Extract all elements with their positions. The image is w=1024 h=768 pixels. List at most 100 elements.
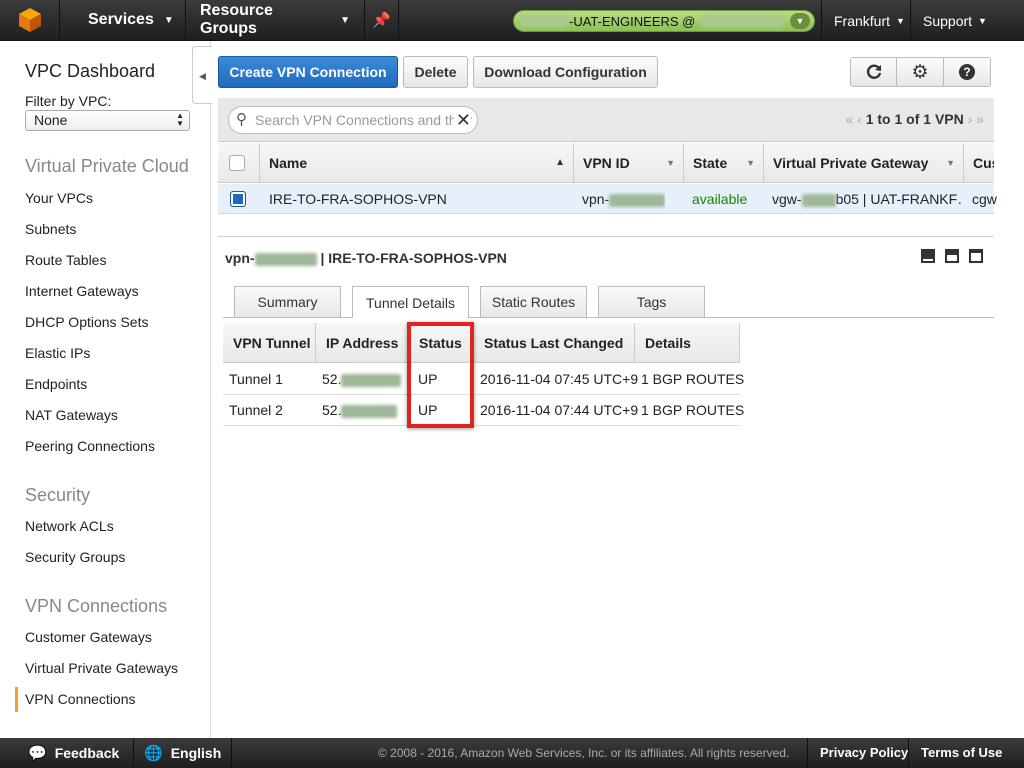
sidebar-item-peering-connections[interactable]: Peering Connections: [25, 438, 155, 454]
download-configuration-button[interactable]: Download Configuration: [473, 56, 658, 88]
vgw-suffix: b05 | UAT-FRANKF…: [835, 191, 962, 207]
pin-button[interactable]: 📌: [365, 0, 399, 41]
vgw-prefix: vgw-: [772, 191, 802, 207]
column-name[interactable]: Name ▲: [259, 143, 573, 183]
column-customer-gateway[interactable]: Cus: [963, 143, 994, 183]
sidebar-item-virtual-private-gateways[interactable]: Virtual Private Gateways: [25, 660, 178, 676]
sidebar-item-security-groups[interactable]: Security Groups: [25, 549, 125, 565]
chevron-down-icon: ▼: [978, 15, 987, 26]
column-ip-address: IP Address: [316, 323, 409, 363]
ip-prefix: 52.: [322, 371, 342, 387]
tab-tunnel-details[interactable]: Tunnel Details: [352, 286, 469, 318]
tunnel-status-changed: 2016-11-04 07:44 UTC+9: [480, 402, 639, 418]
column-state[interactable]: State ▼: [683, 143, 763, 183]
aws-logo[interactable]: [0, 0, 60, 41]
terms-of-use-link[interactable]: Terms of Use: [908, 738, 1014, 768]
help-button[interactable]: ?: [944, 57, 991, 87]
column-details: Details: [635, 323, 740, 363]
next-page-icon[interactable]: ›: [968, 111, 973, 127]
row-state: available: [692, 191, 748, 207]
region-label: Frankfurt: [834, 12, 891, 29]
vpc-filter-select[interactable]: None ▲ ▼: [25, 110, 190, 131]
tab-tags[interactable]: Tags: [598, 286, 705, 317]
search-input[interactable]: ⚲ Search VPN Connections and their pr ✕: [228, 106, 478, 134]
delete-button[interactable]: Delete: [403, 56, 468, 88]
column-vpn-id[interactable]: VPN ID ▼: [573, 143, 683, 183]
pane-split-icon[interactable]: [945, 249, 959, 263]
refresh-button[interactable]: [850, 57, 897, 87]
settings-button[interactable]: ⚙: [897, 57, 944, 87]
sidebar-item-route-tables[interactable]: Route Tables: [25, 252, 106, 268]
help-icon: ?: [959, 64, 975, 80]
tunnel-details: 1 BGP ROUTES: [641, 402, 745, 418]
sidebar-item-endpoints[interactable]: Endpoints: [25, 376, 87, 392]
tunnel-ip: 52.: [322, 395, 398, 426]
row-vgw: vgw-b05 | UAT-FRANKF…: [772, 184, 962, 214]
row-checkbox[interactable]: [230, 191, 246, 207]
sidebar-item-elastic-ips[interactable]: Elastic IPs: [25, 345, 90, 361]
sort-asc-icon: ▲: [555, 157, 565, 168]
column-status-last-changed: Status Last Changed: [474, 323, 635, 363]
chevron-down-icon: ▼: [340, 14, 350, 26]
resource-groups-menu[interactable]: Resource Groups ▼: [186, 0, 365, 41]
redacted-text: [701, 14, 784, 28]
tab-static-routes[interactable]: Static Routes: [480, 286, 587, 317]
detail-title-prefix: vpn-: [225, 250, 255, 266]
redacted-text: [801, 193, 836, 207]
sidebar-item-your-vpcs[interactable]: Your VPCs: [25, 190, 93, 206]
privacy-policy-link[interactable]: Privacy Policy: [807, 738, 920, 768]
table-row: Tunnel 1 52. UP 2016-11-04 07:45 UTC+9 1…: [223, 364, 744, 395]
sidebar-item-dhcp-options-sets[interactable]: DHCP Options Sets: [25, 314, 148, 330]
services-label: Services: [88, 11, 154, 28]
globe-icon: 🌐: [144, 745, 163, 762]
pane-top-icon[interactable]: [969, 249, 983, 263]
sidebar-item-internet-gateways[interactable]: Internet Gateways: [25, 283, 139, 299]
services-menu[interactable]: Services ▼: [60, 0, 186, 41]
column-vpn-tunnel: VPN Tunnel: [223, 323, 316, 363]
first-page-icon[interactable]: «: [845, 111, 853, 127]
sidebar-item-network-acls[interactable]: Network ACLs: [25, 518, 114, 534]
select-all-checkbox[interactable]: [229, 155, 245, 171]
row-vpn-id: vpn-: [582, 184, 666, 214]
select-arrows-icon: ▲ ▼: [176, 111, 184, 128]
clear-icon[interactable]: ✕: [453, 107, 471, 133]
tunnel-status-changed: 2016-11-04 07:45 UTC+9: [480, 371, 639, 387]
support-menu[interactable]: Support ▼: [910, 0, 1024, 41]
region-menu[interactable]: Frankfurt ▼: [821, 0, 910, 41]
language-label: English: [170, 745, 222, 761]
vpc-dashboard-link[interactable]: VPC Dashboard: [25, 61, 155, 82]
language-button[interactable]: 🌐 English: [134, 738, 233, 768]
aws-cube-icon: [18, 8, 41, 32]
account-menu[interactable]: -UAT-ENGINEERS @ ▼: [513, 10, 815, 32]
speech-bubble-icon: 💬: [28, 745, 47, 762]
sidebar-item-vpn-connections[interactable]: VPN Connections: [25, 691, 136, 707]
column-virtual-private-gateway[interactable]: Virtual Private Gateway ▼: [763, 143, 963, 183]
column-cgw-label: Cus: [973, 155, 994, 171]
active-indicator: [15, 687, 18, 712]
tab-summary[interactable]: Summary: [234, 286, 341, 317]
sidebar-item-subnets[interactable]: Subnets: [25, 221, 76, 237]
resource-groups-label: Resource Groups: [200, 2, 273, 37]
redacted-text: [254, 252, 317, 266]
column-state-label: State: [693, 155, 728, 171]
prev-page-icon[interactable]: ‹: [857, 111, 862, 127]
sort-icon: ▼: [666, 158, 675, 168]
status-highlight-box: [407, 322, 474, 428]
sidebar-item-customer-gateways[interactable]: Customer Gateways: [25, 629, 152, 645]
pane-bottom-icon[interactable]: [921, 249, 935, 263]
detail-title-suffix: | IRE-TO-FRA-SOPHOS-VPN: [320, 250, 507, 266]
chevron-down-icon: ▼: [896, 15, 905, 26]
row-cgw: cgw: [972, 191, 997, 207]
ip-prefix: 52.: [322, 402, 342, 418]
pane-divider[interactable]: [218, 236, 994, 237]
feedback-button[interactable]: 💬 Feedback: [0, 738, 134, 768]
section-security: Security: [25, 485, 91, 505]
create-vpn-connection-button[interactable]: Create VPN Connection: [218, 56, 398, 88]
tunnel-name: Tunnel 1: [229, 371, 283, 387]
table-row: Tunnel 2 52. UP 2016-11-04 07:44 UTC+9 1…: [223, 395, 744, 426]
table-row[interactable]: IRE-TO-FRA-SOPHOS-VPN vpn- available vgw…: [218, 184, 997, 214]
sidebar-item-nat-gateways[interactable]: NAT Gateways: [25, 407, 118, 423]
sort-icon: ▼: [946, 158, 955, 168]
collapse-sidebar-button[interactable]: ◀: [192, 46, 212, 104]
last-page-icon[interactable]: »: [976, 111, 984, 127]
